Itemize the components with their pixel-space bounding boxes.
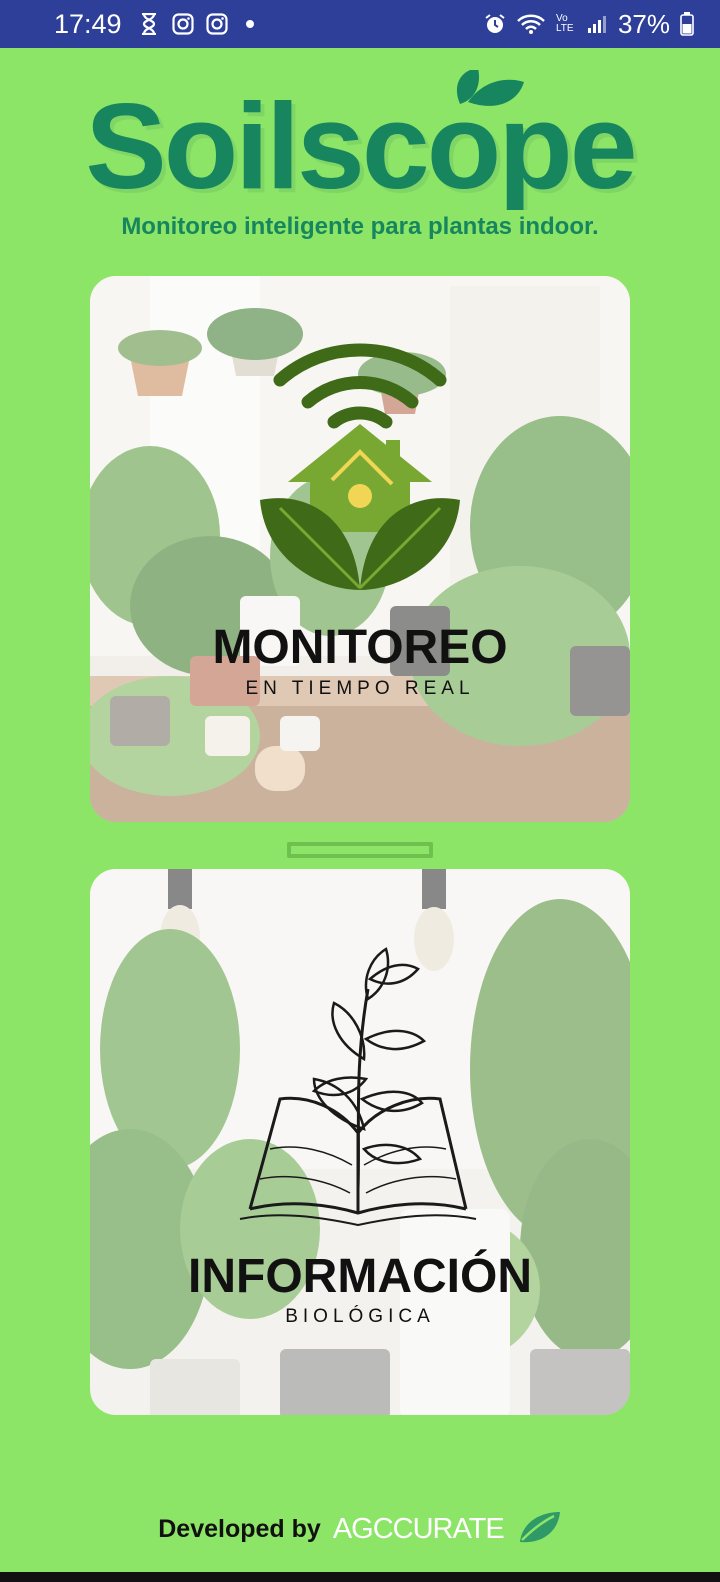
- wifi-icon: [516, 13, 546, 35]
- signal-icon: [586, 13, 608, 35]
- footer: Developed by AGCCURATE: [0, 1510, 720, 1548]
- developer-brand: AGCCURATE: [332, 1512, 505, 1545]
- book-plant-icon: [239, 947, 477, 1227]
- notification-dot: [245, 20, 254, 28]
- monitoreo-title: MONITOREO: [212, 621, 508, 674]
- network-type: Vo LTE: [555, 13, 574, 34]
- monitoreo-card[interactable]: MONITOREO EN TIEMPO REAL: [90, 276, 630, 822]
- monitoreo-subtitle: EN TIEMPO REAL: [245, 678, 475, 699]
- instagram-icon: [171, 13, 194, 35]
- cards-divider: [287, 842, 433, 858]
- instagram-icon: [205, 13, 228, 35]
- status-right-icons: Vo LTE 37%: [484, 9, 694, 40]
- smart-home-plant-icon: [260, 343, 460, 590]
- hourglass-icon: [138, 13, 160, 35]
- app-logo-text: Soilscope: [85, 78, 634, 210]
- informacion-card[interactable]: INFORMACIÓN BIOLÓGICA: [90, 869, 630, 1415]
- informacion-subtitle: BIOLÓGICA: [285, 1306, 435, 1327]
- informacion-title: INFORMACIÓN: [188, 1250, 532, 1303]
- leaf-icon: [516, 1510, 562, 1548]
- alarm-icon: [484, 13, 506, 35]
- battery-percent: 37%: [617, 8, 670, 39]
- tagline: Monitoreo inteligente para plantas indoo…: [121, 213, 599, 240]
- developed-by-label: Developed by: [158, 1514, 321, 1543]
- battery-icon: [680, 12, 694, 36]
- status-time: 17:49: [54, 8, 122, 39]
- status-bar: 17:49 Vo LTE 37%: [0, 0, 720, 48]
- system-nav-bar: [0, 1572, 720, 1582]
- app-logo: Soilscope Soilscope: [60, 68, 660, 218]
- status-left-icons: [138, 13, 254, 35]
